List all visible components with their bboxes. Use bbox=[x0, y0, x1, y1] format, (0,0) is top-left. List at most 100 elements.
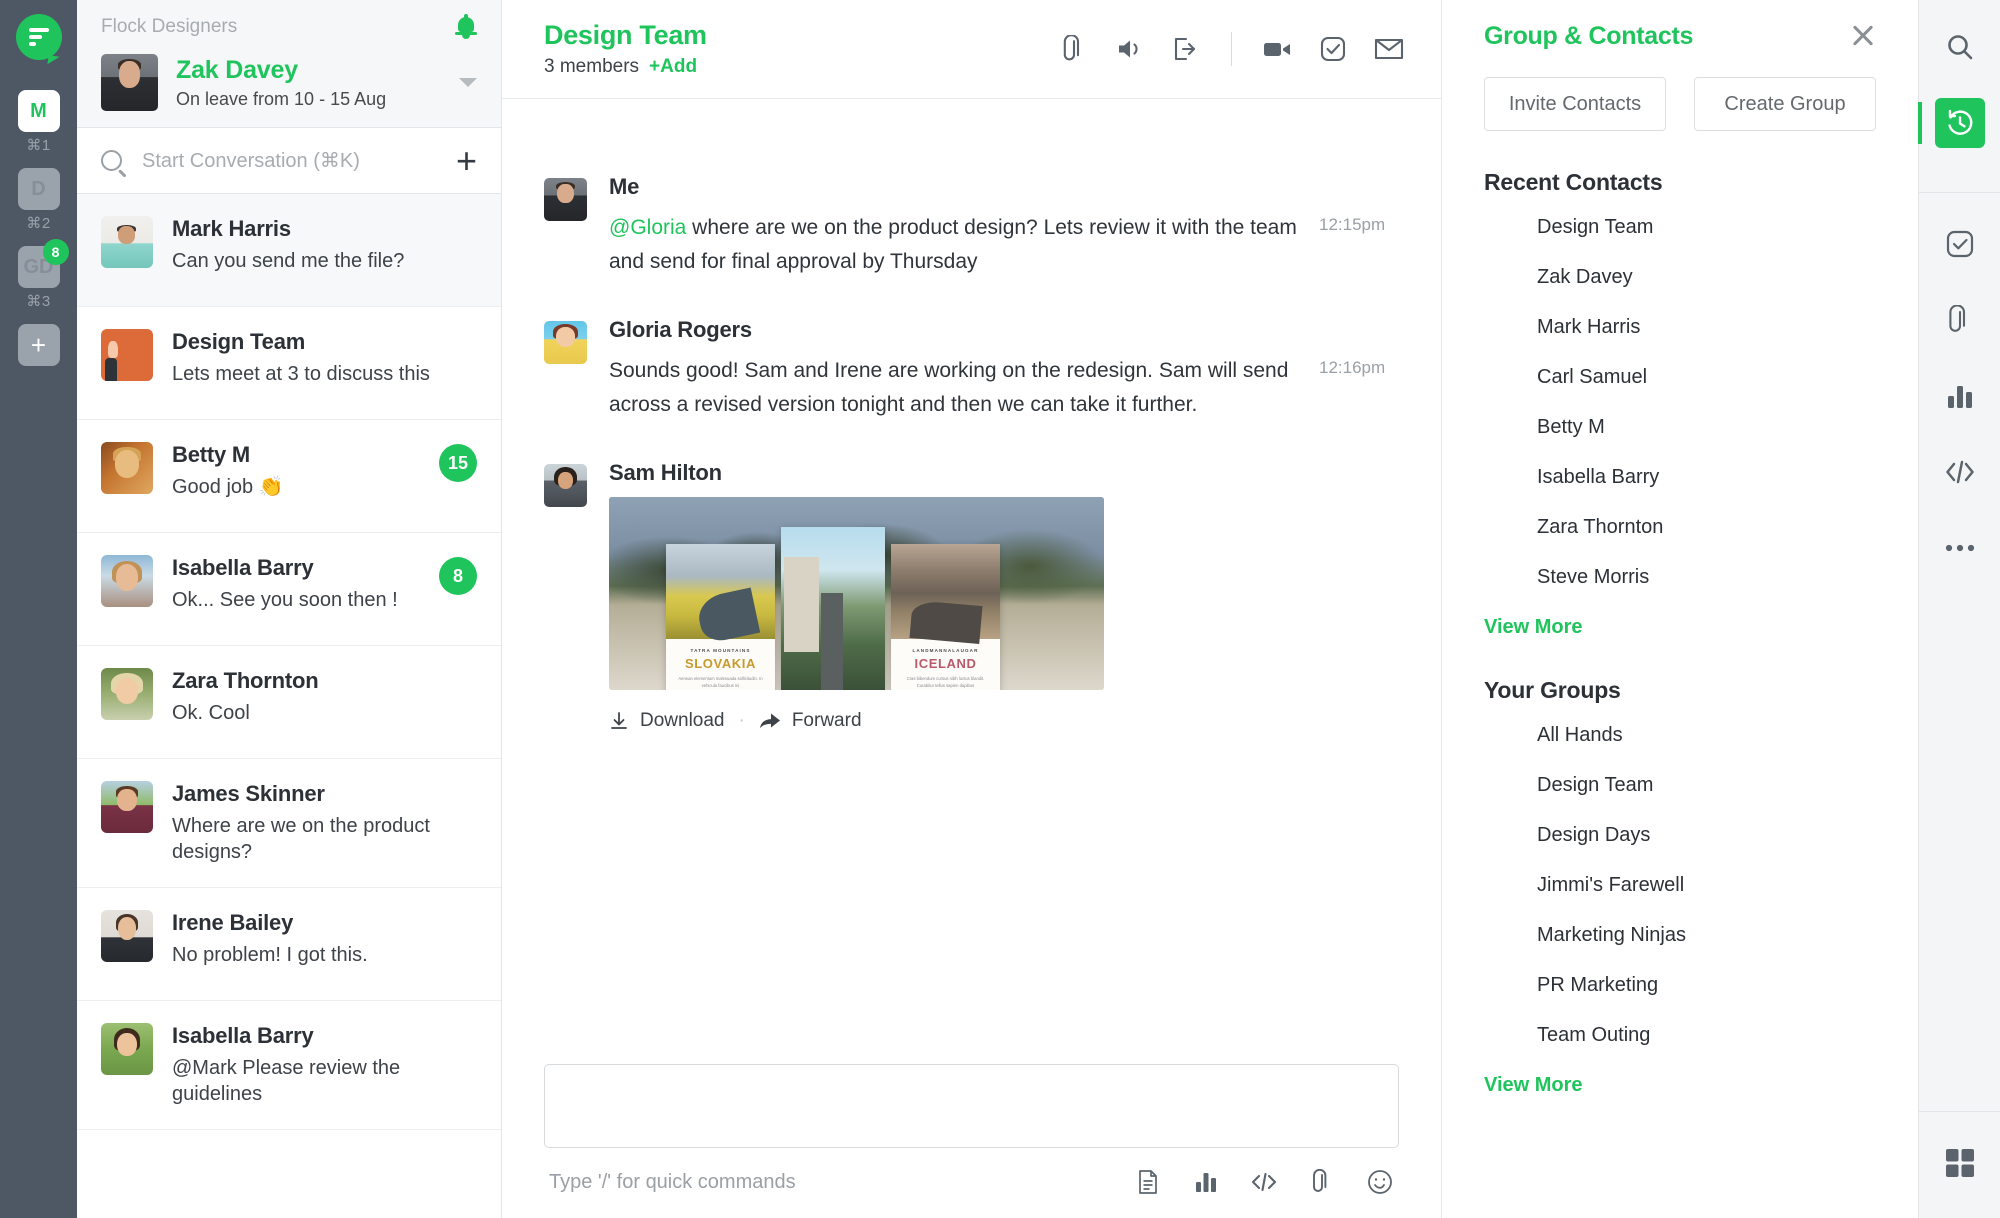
poll-icon[interactable] bbox=[1192, 1168, 1220, 1196]
list-item[interactable]: Zak Davey bbox=[1484, 252, 1876, 302]
close-icon[interactable] bbox=[1850, 22, 1876, 48]
list-item[interactable]: Mark Harris bbox=[1484, 302, 1876, 352]
start-conversation-row[interactable]: Start Conversation (⌘K) + bbox=[77, 128, 501, 194]
avatar bbox=[544, 178, 587, 221]
poll-icon[interactable] bbox=[1935, 371, 1985, 421]
emoji-icon[interactable] bbox=[1366, 1168, 1394, 1196]
avatar bbox=[1484, 869, 1517, 902]
list-item[interactable]: Design Team bbox=[1484, 202, 1876, 252]
history-icon[interactable] bbox=[1935, 98, 1985, 148]
list-item[interactable]: Mark Harris Can you send me the file? bbox=[77, 194, 501, 307]
list-item[interactable]: Team Outing bbox=[1484, 1010, 1876, 1060]
current-user-status: On leave from 10 - 15 Aug bbox=[176, 89, 459, 110]
download-button[interactable]: Download bbox=[609, 710, 725, 732]
avatar bbox=[1484, 361, 1517, 394]
team-item-m[interactable]: M ⌘1 bbox=[18, 90, 60, 168]
attachment-icon[interactable] bbox=[1308, 1168, 1336, 1196]
contacts-view-more-link[interactable]: View More bbox=[1484, 616, 1876, 639]
team-item-d[interactable]: D ⌘2 bbox=[18, 168, 60, 246]
contact-name: Isabella Barry bbox=[1537, 466, 1659, 489]
team-shortcut-m: ⌘1 bbox=[26, 136, 50, 154]
image-attachment[interactable]: TATRA MOUNTAINS SLOVAKIA Aenean elementu… bbox=[609, 497, 1104, 732]
search-icon[interactable] bbox=[1935, 22, 1985, 72]
message-text: Sounds good! Sam and Irene are working o… bbox=[609, 354, 1297, 422]
conversation-name: Mark Harris bbox=[172, 216, 477, 242]
team-tile-m[interactable]: M bbox=[18, 90, 60, 132]
more-icon[interactable] bbox=[1935, 523, 1985, 573]
search-icon bbox=[101, 150, 122, 171]
current-user-row[interactable]: Zak Davey On leave from 10 - 15 Aug bbox=[101, 54, 477, 111]
groups-view-more-link[interactable]: View More bbox=[1484, 1074, 1876, 1097]
conversation-preview: Can you send me the file? bbox=[172, 249, 477, 275]
list-item[interactable]: Zara Thornton Ok. Cool bbox=[77, 646, 501, 759]
team-item-gd[interactable]: GD 8 ⌘3 bbox=[18, 246, 60, 324]
list-item[interactable]: Design Team bbox=[1484, 760, 1876, 810]
avatar bbox=[544, 321, 587, 364]
action-separator: · bbox=[739, 710, 745, 732]
speaker-icon[interactable] bbox=[1113, 32, 1147, 66]
avatar bbox=[101, 442, 153, 494]
list-item[interactable]: Betty M bbox=[1484, 402, 1876, 452]
code-snippet-icon[interactable] bbox=[1250, 1168, 1278, 1196]
add-member-button[interactable]: +Add bbox=[649, 56, 697, 77]
todo-checkbox-icon[interactable] bbox=[1935, 219, 1985, 269]
message-sender: Gloria Rogers bbox=[609, 317, 1399, 343]
message-text: @Gloria where are we on the product desi… bbox=[609, 211, 1297, 279]
list-item[interactable]: Betty M Good job 👏 15 bbox=[77, 420, 501, 533]
video-call-icon[interactable] bbox=[1260, 32, 1294, 66]
search-input[interactable]: Start Conversation (⌘K) bbox=[142, 148, 456, 173]
create-group-button[interactable]: Create Group bbox=[1694, 77, 1876, 131]
avatar bbox=[544, 464, 587, 507]
list-item[interactable]: Carl Samuel bbox=[1484, 352, 1876, 402]
conversation-name: Isabella Barry bbox=[172, 555, 431, 581]
list-item[interactable]: James Skinner Where are we on the produc… bbox=[77, 759, 501, 888]
avatar bbox=[101, 910, 153, 962]
conversation-name: Irene Bailey bbox=[172, 910, 477, 936]
list-item[interactable]: Isabella Barry bbox=[1484, 452, 1876, 502]
avatar bbox=[1484, 261, 1517, 294]
download-label: Download bbox=[640, 710, 725, 732]
bell-icon[interactable] bbox=[455, 14, 477, 40]
avatar bbox=[1484, 1019, 1517, 1052]
note-icon[interactable] bbox=[1134, 1168, 1162, 1196]
add-team-button[interactable]: + bbox=[18, 324, 60, 366]
list-item[interactable]: Irene Bailey No problem! I got this. bbox=[77, 888, 501, 1001]
attachment-icon[interactable] bbox=[1057, 32, 1091, 66]
poster-title: SLOVAKIA bbox=[675, 656, 766, 671]
new-conversation-button[interactable]: + bbox=[456, 150, 477, 172]
attachment-preview-image[interactable]: TATRA MOUNTAINS SLOVAKIA Aenean elementu… bbox=[609, 497, 1104, 690]
chat-header: Design Team 3 members+Add bbox=[502, 0, 1441, 99]
mail-icon[interactable] bbox=[1372, 32, 1406, 66]
invite-contacts-button[interactable]: Invite Contacts bbox=[1484, 77, 1666, 131]
todo-checkbox-icon[interactable] bbox=[1316, 32, 1350, 66]
group-name: Design Team bbox=[1537, 774, 1653, 797]
list-item[interactable]: Design Days bbox=[1484, 810, 1876, 860]
list-item[interactable]: All Hands bbox=[1484, 710, 1876, 760]
list-item[interactable]: Isabella Barry @Mark Please review the g… bbox=[77, 1001, 501, 1130]
apps-grid-icon[interactable] bbox=[1935, 1138, 1985, 1188]
list-item[interactable]: Marketing Ninjas bbox=[1484, 910, 1876, 960]
team-switcher-rail: M ⌘1 D ⌘2 GD 8 ⌘3 + bbox=[0, 0, 77, 1218]
message-sender: Sam Hilton bbox=[609, 460, 1399, 486]
leave-group-icon[interactable] bbox=[1169, 32, 1203, 66]
list-item[interactable]: Isabella Barry Ok... See you soon then !… bbox=[77, 533, 501, 646]
list-item[interactable]: Design Team Lets meet at 3 to discuss th… bbox=[77, 307, 501, 420]
list-item[interactable]: Zara Thornton bbox=[1484, 502, 1876, 552]
app-rail bbox=[1918, 0, 2000, 1218]
chevron-down-icon[interactable] bbox=[459, 78, 477, 87]
forward-label: Forward bbox=[792, 710, 862, 732]
avatar bbox=[1484, 511, 1517, 544]
message-input[interactable] bbox=[544, 1064, 1399, 1148]
forward-button[interactable]: Forward bbox=[759, 710, 862, 732]
mention-link[interactable]: @Gloria bbox=[609, 216, 686, 239]
code-snippet-icon[interactable] bbox=[1935, 447, 1985, 497]
attachment-icon[interactable] bbox=[1935, 295, 1985, 345]
list-item[interactable]: Jimmi's Farewell bbox=[1484, 860, 1876, 910]
avatar bbox=[1484, 719, 1517, 752]
message-list: Me @Gloria where are we on the product d… bbox=[502, 99, 1441, 1064]
poster-card-iceland: LANDMANNALAUGAR ICELAND Cras bibendum cu… bbox=[891, 544, 1000, 690]
avatar bbox=[101, 555, 153, 607]
list-item[interactable]: PR Marketing bbox=[1484, 960, 1876, 1010]
team-tile-d[interactable]: D bbox=[18, 168, 60, 210]
list-item[interactable]: Steve Morris bbox=[1484, 552, 1876, 602]
